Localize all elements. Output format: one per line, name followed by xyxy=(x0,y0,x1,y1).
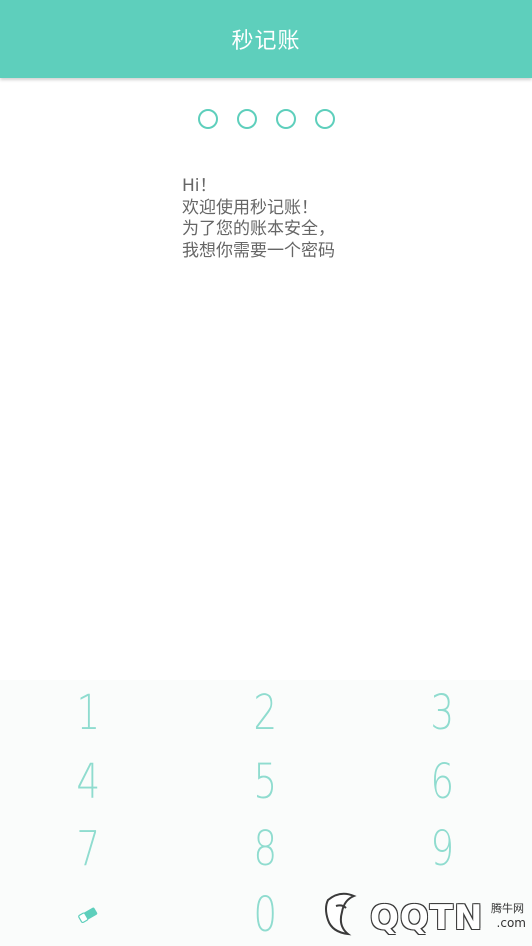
key-9-label: 9 xyxy=(430,821,454,877)
key-0[interactable]: 0 xyxy=(205,882,325,946)
message-line-security: 为了您的账本安全， xyxy=(182,219,335,239)
key-4[interactable]: 4 xyxy=(28,749,148,815)
welcome-message: Hi！ 欢迎使用秒记账！ 为了您的账本安全， 我想你需要一个密码 xyxy=(182,176,335,262)
key-0-label: 0 xyxy=(253,887,277,943)
watermark-brand: QQTN xyxy=(370,898,484,938)
watermark-site-name: 腾牛网 xyxy=(491,902,524,915)
key-2[interactable]: 2 xyxy=(205,680,325,746)
app-title: 秒记账 xyxy=(231,29,301,54)
message-line-welcome: 欢迎使用秒记账！ xyxy=(182,197,318,218)
key-1-label: 1 xyxy=(76,685,100,741)
key-3[interactable]: 3 xyxy=(382,680,502,746)
key-5[interactable]: 5 xyxy=(205,749,325,815)
key-7-label: 7 xyxy=(76,821,100,877)
key-6[interactable]: 6 xyxy=(382,749,502,815)
key-4-label: 4 xyxy=(76,754,100,810)
pin-dot xyxy=(314,109,335,129)
pin-dot xyxy=(236,109,257,129)
pin-dot xyxy=(275,109,296,129)
key-7[interactable]: 7 xyxy=(28,816,148,882)
key-9[interactable]: 9 xyxy=(382,816,502,882)
watermark-suffix: .com xyxy=(496,916,526,930)
key-5-label: 5 xyxy=(253,754,277,810)
eraser-icon xyxy=(77,907,99,923)
key-8-label: 8 xyxy=(253,821,277,877)
delete-button[interactable] xyxy=(28,882,148,946)
watermark-logo: QQTN 腾牛网 .com xyxy=(318,886,530,944)
key-3-label: 3 xyxy=(430,685,454,741)
message-line-greeting: Hi！ xyxy=(182,176,217,196)
pin-indicator xyxy=(0,109,532,129)
key-1[interactable]: 1 xyxy=(28,680,148,746)
message-line-password: 我想你需要一个密码 xyxy=(182,240,335,261)
app-header: 秒记账 xyxy=(0,0,532,78)
key-6-label: 6 xyxy=(430,754,454,810)
pin-dot xyxy=(197,109,218,129)
lock-screen: 秒记账 Hi！ 欢迎使用秒记账！ 为了您的账本安全， 我想你需要一个密码 1 2… xyxy=(0,0,532,946)
key-2-label: 2 xyxy=(253,685,277,741)
key-8[interactable]: 8 xyxy=(205,816,325,882)
